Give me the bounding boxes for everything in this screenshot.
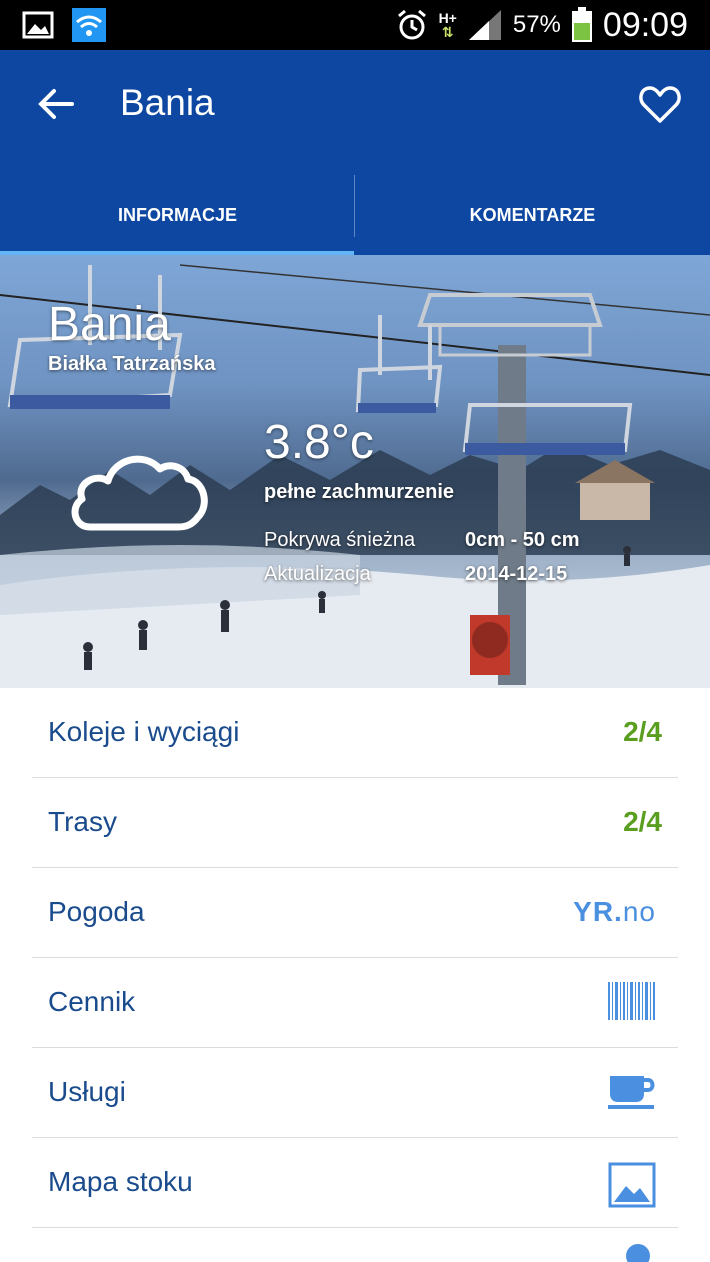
snow-cover-label: Pokrywa śnieżna — [264, 529, 416, 551]
status-bar: H+ ⇅ 57% 09:09 — [0, 0, 710, 50]
list-item-label: Usługi — [48, 1076, 126, 1107]
resort-location: Białka Tatrzańska — [48, 353, 216, 375]
runs-open-count: 2/4 — [623, 806, 662, 837]
list-item-label: Cennik — [48, 986, 136, 1017]
list-item-label: Trasy — [48, 806, 117, 837]
snow-cover-value: 0cm - 50 cm — [465, 529, 580, 551]
update-value: 2014-12-15 — [465, 563, 568, 585]
list-item-weather[interactable]: Pogoda YR.no — [32, 868, 678, 958]
list-item-partial[interactable] — [32, 1228, 678, 1262]
snow-cover-row: Pokrywa śnieżna 0cm - 50 cm — [264, 529, 580, 552]
gallery-notification-icon — [22, 11, 54, 39]
heart-outline-icon[interactable] — [638, 82, 682, 126]
resort-info-list: Koleje i wyciągi 2/4 Trasy 2/4 Pogoda YR… — [0, 688, 710, 1262]
resort-hero: Bania Białka Tatrzańska 3.8°c pełne zach… — [0, 255, 710, 688]
update-row: Aktualizacja 2014-12-15 — [264, 563, 567, 586]
tab-divider — [354, 175, 355, 237]
list-item-label: Koleje i wyciągi — [48, 716, 240, 747]
page-title: Bania — [120, 82, 215, 123]
wifi-notification-icon — [72, 8, 106, 42]
coffee-cup-icon — [608, 1076, 655, 1109]
alarm-clock-icon — [397, 9, 426, 40]
app-bar: Bania — [0, 50, 710, 175]
yr-no-logo-suffix: no — [622, 896, 656, 927]
list-item-slope-map[interactable]: Mapa stoku — [32, 1138, 678, 1228]
tab-label: INFORMACJE — [117, 204, 237, 225]
signal-strength-icon — [468, 10, 501, 40]
list-item-lifts[interactable]: Koleje i wyciągi 2/4 — [32, 688, 678, 778]
battery-icon — [571, 7, 592, 42]
network-type: H+ ⇅ — [438, 10, 457, 40]
list-item-label: Pogoda — [48, 896, 145, 927]
barcode-icon — [608, 982, 655, 1020]
list-item-services[interactable]: Usługi — [32, 1048, 678, 1138]
resort-name: Bania — [48, 298, 171, 351]
yr-no-logo-prefix: YR. — [573, 896, 623, 927]
weather-condition: pełne zachmurzenie — [264, 481, 455, 503]
arrow-left-icon[interactable] — [36, 84, 76, 124]
cloud-icon — [71, 455, 208, 531]
list-item-runs[interactable]: Trasy 2/4 — [32, 778, 678, 868]
lifts-open-count: 2/4 — [623, 716, 662, 747]
tab-informacje[interactable]: INFORMACJE — [0, 175, 355, 255]
clock: 09:09 — [602, 5, 688, 44]
list-item-label: Mapa stoku — [48, 1166, 193, 1197]
location-pin-icon — [626, 1244, 650, 1262]
tab-bar: INFORMACJE KOMENTARZE — [0, 175, 710, 255]
update-label: Aktualizacja — [264, 563, 371, 585]
tab-label: KOMENTARZE — [469, 204, 596, 225]
tab-komentarze[interactable]: KOMENTARZE — [355, 175, 710, 255]
list-item-pricing[interactable]: Cennik — [32, 958, 678, 1048]
temperature: 3.8°c — [264, 416, 374, 469]
yr-no-logo: YR.no — [573, 896, 656, 928]
image-icon — [608, 1162, 656, 1208]
battery-percent: 57% — [512, 11, 561, 38]
